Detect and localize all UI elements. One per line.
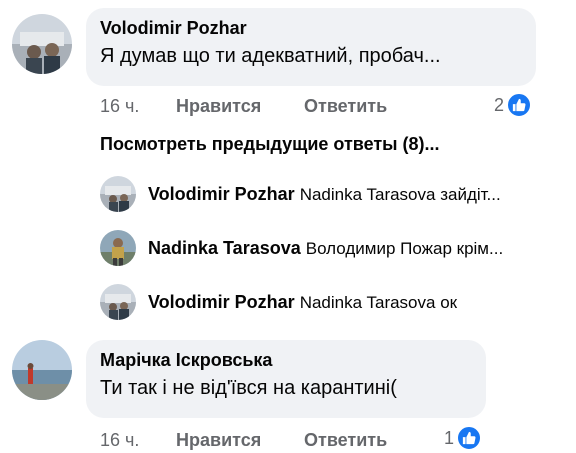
- reply-item: Volodimir Pozhar Nadinka Tarasova зайдіт…: [100, 176, 560, 216]
- comment-bubble: Volodimir Pozhar Я думав що ти адекватни…: [86, 8, 536, 86]
- like-button[interactable]: Нравится: [176, 96, 261, 117]
- reaction-summary[interactable]: 2: [494, 92, 533, 118]
- avatar[interactable]: [12, 340, 72, 400]
- avatar[interactable]: [100, 176, 136, 212]
- like-button[interactable]: Нравится: [176, 430, 261, 451]
- comment-time[interactable]: 16 ч.: [100, 96, 139, 117]
- comment-author[interactable]: Марічка Іскровська: [100, 350, 472, 371]
- comment-time[interactable]: 16 ч.: [100, 430, 139, 451]
- reply-item: Nadinka Tarasova Володимир Пожар крім...: [100, 230, 560, 270]
- comment-author[interactable]: Volodimir Pozhar: [100, 18, 522, 39]
- comment-text: Ти так і не від'ївся на карантині(: [100, 377, 397, 399]
- reaction-count: 2: [494, 94, 505, 115]
- view-previous-replies-link[interactable]: Посмотреть предыдущие ответы (8)...: [100, 134, 440, 155]
- reply-author[interactable]: Volodimir Pozhar: [148, 292, 295, 312]
- reply-text: Nadinka Tarasova ок: [299, 293, 458, 312]
- like-reaction-icon: [456, 425, 483, 451]
- like-reaction-icon: [506, 92, 533, 118]
- reply-author[interactable]: Volodimir Pozhar: [148, 184, 295, 204]
- avatar[interactable]: [100, 230, 136, 266]
- reaction-summary[interactable]: 1: [444, 425, 483, 451]
- avatar[interactable]: [100, 284, 136, 320]
- reply-item: Volodimir Pozhar Nadinka Tarasova ок: [100, 284, 560, 324]
- reply-button[interactable]: Ответить: [304, 96, 387, 117]
- avatar[interactable]: [12, 14, 72, 74]
- reply-text: Володимир Пожар крім...: [305, 239, 504, 258]
- reply-button[interactable]: Ответить: [304, 430, 387, 451]
- comment-bubble: Марічка Іскровська Ти так і не від'ївся …: [86, 340, 486, 418]
- reaction-count: 1: [444, 427, 455, 448]
- reply-author[interactable]: Nadinka Tarasova: [148, 238, 301, 258]
- comment-actions: 16 ч. Нравится Ответить: [100, 96, 540, 120]
- reply-text: Nadinka Tarasova зайдіт...: [299, 185, 501, 204]
- comment-text: Я думав що ти адекватний, пробач...: [100, 45, 441, 67]
